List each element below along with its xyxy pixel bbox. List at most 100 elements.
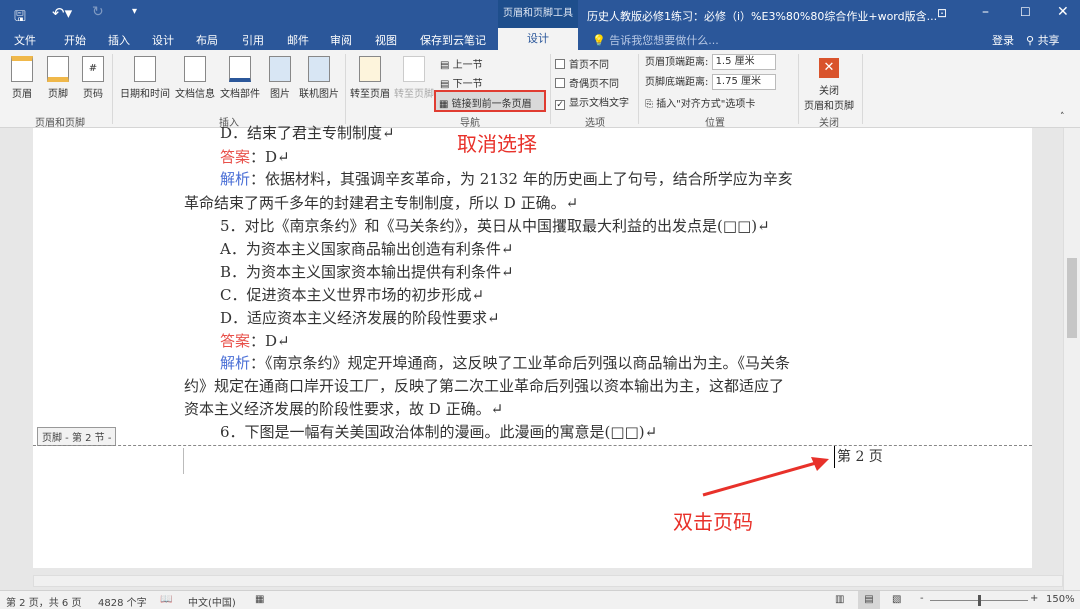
ribbon-display-icon[interactable]: ⊡ — [937, 6, 947, 20]
link-icon: ▦ — [439, 99, 448, 110]
doc-line: 6．下图是一幅有关美国政治体制的漫画。此漫画的寓意是(□□)↵ — [220, 421, 657, 442]
header-top-input[interactable]: 1.5 厘米 — [712, 54, 776, 70]
doc-line: C．促进资本主义世界市场的初步形成↵ — [220, 284, 484, 305]
horizontal-scrollbar[interactable] — [33, 575, 1063, 587]
language[interactable]: 中文(中国) — [188, 594, 236, 609]
tab-layout[interactable]: 布局 — [196, 32, 218, 48]
answer-text: ：D↵ — [250, 332, 290, 350]
quickparts-button[interactable]: 文档部件 — [218, 56, 262, 100]
share-button[interactable]: ⚲ 共享 — [1026, 32, 1060, 48]
page-number-button[interactable]: # 页码 — [79, 56, 107, 100]
save-icon[interactable]: 🖫 — [14, 6, 26, 30]
footer-button[interactable]: 页脚 — [44, 56, 72, 100]
doc-line: 答案：D↵ — [220, 146, 290, 167]
page-number-label: 页码 — [83, 89, 103, 100]
tab-save-cloud[interactable]: 保存到云笔记 — [420, 32, 486, 48]
separator — [112, 54, 113, 124]
document-page[interactable]: D．结束了君主专制制度↵ 答案：D↵ 解析：依据材料，其强调辛亥革命，为 213… — [33, 128, 1032, 568]
page-count[interactable]: 第 2 页，共 6 页 — [6, 594, 81, 609]
docinfo-button[interactable]: 文档信息 — [173, 56, 217, 100]
doc-line: 解析：依据材料，其强调辛亥革命，为 2132 年的历史画上了句号，结合所学应为辛… — [220, 168, 793, 189]
doc-line: 资本主义经济发展的阶段性要求，故 D 正确。↵ — [184, 398, 503, 419]
doc-line: 约》规定在通商口岸开设工厂，反映了第二次工业革命后列强以资本输出为主，这都适应了 — [184, 375, 784, 396]
next-section-button[interactable]: ▤ 下一节 — [440, 75, 483, 90]
collapse-ribbon-icon[interactable]: ˄ — [1060, 112, 1065, 122]
first-page-label: 首页不同 — [569, 60, 609, 71]
prev-section-button[interactable]: ▤ 上一节 — [440, 56, 483, 71]
insert-alignment-tab-button[interactable]: ⎘ 插入"对齐方式"选项卡 — [645, 95, 755, 110]
read-mode-icon[interactable]: ▥ — [835, 594, 844, 605]
group-label-header-footer: 页眉和页脚 — [10, 114, 110, 129]
header-top-distance: 页眉顶端距离: 1.5 厘米 — [645, 53, 776, 70]
next-section-label: 下一节 — [453, 79, 483, 90]
header-label: 页眉 — [12, 89, 32, 100]
show-document-text-checkbox[interactable]: ✓显示文档文字 — [555, 94, 629, 110]
doc-line: 答案：D↵ — [220, 330, 290, 351]
scroll-thumb[interactable] — [1067, 258, 1077, 338]
zoom-slider-thumb[interactable] — [978, 595, 981, 606]
zoom-level[interactable]: 150% — [1046, 594, 1075, 605]
macro-icon[interactable]: ▦ — [255, 594, 264, 605]
tab-insert[interactable]: 插入 — [108, 32, 130, 48]
print-layout-icon[interactable]: ▤ — [858, 591, 880, 609]
analysis-label: 解析 — [220, 170, 250, 188]
page-number-icon: # — [82, 56, 104, 82]
doc-line: 5．对比《南京条约》和《马关条约》，英日从中国攫取最大利益的出发点是(□□)↵ — [220, 215, 770, 236]
footer-bottom-input[interactable]: 1.75 厘米 — [712, 74, 776, 90]
footer-label: 页脚 — [48, 89, 68, 100]
link-to-previous-label: 链接到前一条页眉 — [452, 99, 532, 110]
separator — [798, 54, 799, 124]
picture-button[interactable]: 图片 — [265, 56, 295, 100]
odd-even-different-checkbox[interactable]: 奇偶页不同 — [555, 75, 619, 90]
context-tool-label: 页眉和页脚工具 — [498, 0, 578, 28]
zoom-in-button[interactable]: + — [1030, 593, 1038, 604]
goto-header-button[interactable]: 转至页眉 — [348, 56, 392, 100]
group-label-options: 选项 — [555, 114, 635, 129]
datetime-button[interactable]: 日期和时间 — [118, 56, 172, 100]
first-page-different-checkbox[interactable]: 首页不同 — [555, 56, 609, 71]
undo-icon[interactable]: ↶▾ — [52, 4, 72, 22]
tell-me-input[interactable]: 💡 告诉我您想要做什么... — [592, 32, 719, 48]
tab-design[interactable]: 设计 — [152, 32, 174, 48]
login-link[interactable]: 登录 — [992, 32, 1014, 48]
footer-page-number[interactable]: 第 2 页 — [834, 446, 883, 468]
separator — [862, 54, 863, 124]
customize-qat-icon[interactable]: ▾ — [132, 6, 137, 17]
doc-line: A．为资本主义国家商品输出创造有利条件↵ — [220, 238, 513, 259]
tab-view[interactable]: 视图 — [375, 32, 397, 48]
footer-bottom-distance: 页脚底端距离: 1.75 厘米 — [645, 73, 776, 90]
docinfo-icon — [184, 56, 206, 82]
docinfo-label: 文档信息 — [175, 89, 215, 100]
answer-text: ：D↵ — [250, 148, 290, 166]
tab-references[interactable]: 引用 — [242, 32, 264, 48]
goto-footer-label: 转至页脚 — [394, 89, 434, 100]
answer-label: 答案 — [220, 332, 250, 350]
tab-file[interactable]: 文件 — [14, 32, 36, 48]
close-header-footer-button[interactable]: ✕关闭页眉和页脚 — [800, 56, 858, 112]
status-bar: 第 2 页，共 6 页 4828 个字 📖 中文(中国) ▦ ▥ ▤ ▧ - +… — [0, 590, 1080, 609]
close-icon[interactable]: ✕ — [1057, 4, 1069, 20]
redo-icon[interactable]: ↻ — [92, 4, 104, 20]
goto-footer-button[interactable]: 转至页脚 — [394, 56, 434, 100]
zoom-out-button[interactable]: - — [920, 593, 924, 604]
picture-label: 图片 — [270, 89, 290, 100]
document-title: 历史人教版必修1练习：必修（i）%E3%80%80综合作业+word版含... — [587, 8, 937, 24]
calendar-icon — [134, 56, 156, 82]
web-layout-icon[interactable]: ▧ — [892, 594, 901, 605]
insert-alignment-label: 插入"对齐方式"选项卡 — [656, 99, 755, 110]
tab-review[interactable]: 审阅 — [330, 32, 352, 48]
word-count[interactable]: 4828 个字 — [98, 594, 147, 609]
proofing-icon[interactable]: 📖 — [160, 594, 172, 605]
header-button[interactable]: 页眉 — [8, 56, 36, 100]
tab-home[interactable]: 开始 — [64, 32, 86, 48]
online-picture-button[interactable]: 联机图片 — [297, 56, 341, 100]
minimize-icon[interactable]: – — [982, 4, 989, 20]
maximize-icon[interactable]: ☐ — [1020, 5, 1031, 19]
tab-header-footer-design[interactable]: 设计 — [498, 28, 578, 50]
doc-line: D．适应资本主义经济发展的阶段性要求↵ — [220, 307, 500, 328]
group-label-close: 关闭 — [800, 114, 858, 129]
footer-icon — [47, 56, 69, 82]
tab-mailings[interactable]: 邮件 — [287, 32, 309, 48]
link-to-previous-button[interactable]: ▦ 链接到前一条页眉 — [434, 90, 546, 112]
vertical-scrollbar[interactable] — [1063, 128, 1080, 590]
